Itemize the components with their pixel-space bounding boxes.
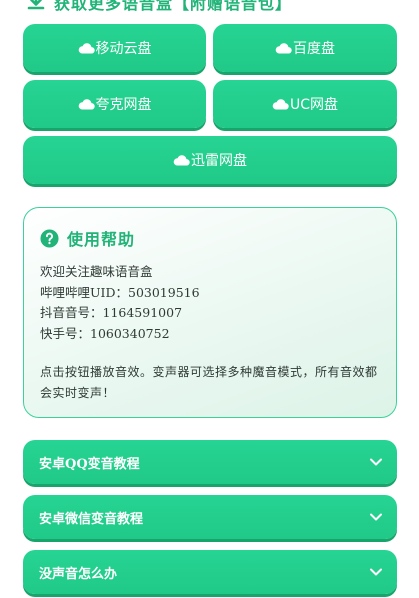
- accordion-label: 没声音怎么办: [39, 566, 118, 582]
- help-card: 使用帮助 欢迎关注趣味语音盒 哔哩哔哩UID：503019516 抖音音号：11…: [23, 207, 397, 418]
- chevron-down-icon: [370, 568, 382, 576]
- accordion-no-sound[interactable]: 没声音怎么办: [23, 550, 397, 594]
- cloud-button-baidu[interactable]: 百度盘: [213, 24, 397, 72]
- chevron-down-icon: [370, 458, 382, 466]
- help-line-douyin: 抖音音号：1164591007: [40, 305, 183, 320]
- cloud-button-xunlei[interactable]: 迅雷网盘: [23, 136, 397, 184]
- cloud-button-label: 迅雷网盘: [191, 153, 247, 169]
- page: 获取更多语音盒【附赠语音包】 移动云盘 百度盘 夸克网盘 UC网盘 迅雷网盘 使…: [0, 0, 419, 598]
- help-header: 使用帮助: [40, 226, 135, 250]
- help-title: 使用帮助: [67, 230, 136, 249]
- download-icon: [27, 0, 45, 10]
- accordion-wechat-tutorial[interactable]: 安卓微信变音教程: [23, 495, 397, 539]
- cloud-button-label: UC网盘: [289, 97, 339, 113]
- chevron-down-icon: [370, 513, 382, 521]
- cloud-button-label: 移动云盘: [95, 41, 152, 57]
- cloud-icon: [78, 99, 95, 110]
- help-line-bilibili: 哔哩哔哩UID：503019516: [40, 284, 200, 300]
- download-section-title-text: 获取更多语音盒【附赠语音包】: [54, 0, 293, 13]
- help-lines: 欢迎关注趣味语音盒 哔哩哔哩UID：503019516 抖音音号：1164591…: [40, 262, 200, 344]
- accordion-label: 安卓微信变音教程: [39, 511, 144, 527]
- cloud-icon: [275, 43, 292, 54]
- help-line-kuaishou: 快手号：1060340752: [40, 325, 170, 341]
- help-line-welcome: 欢迎关注趣味语音盒: [40, 264, 153, 279]
- accordion-label: 安卓QQ变音教程: [39, 456, 140, 472]
- cloud-icon: [173, 155, 190, 166]
- cloud-button-kuake[interactable]: 夸克网盘: [23, 80, 206, 128]
- cloud-button-label: 百度盘: [293, 41, 335, 57]
- cloud-icon: [78, 43, 95, 54]
- cloud-button-yidong[interactable]: 移动云盘: [23, 24, 206, 72]
- cloud-button-uc[interactable]: UC网盘: [213, 80, 397, 128]
- download-section-title: 获取更多语音盒【附赠语音包】: [26, 0, 292, 13]
- question-circle-icon: [40, 228, 59, 248]
- cloud-icon: [272, 99, 289, 110]
- help-note: 点击按钮播放音效。变声器可选择多种魔音模式，所有音效都会实时变声！: [40, 365, 378, 400]
- cloud-button-label: 夸克网盘: [95, 97, 152, 113]
- accordion-qq-tutorial[interactable]: 安卓QQ变音教程: [23, 440, 397, 484]
